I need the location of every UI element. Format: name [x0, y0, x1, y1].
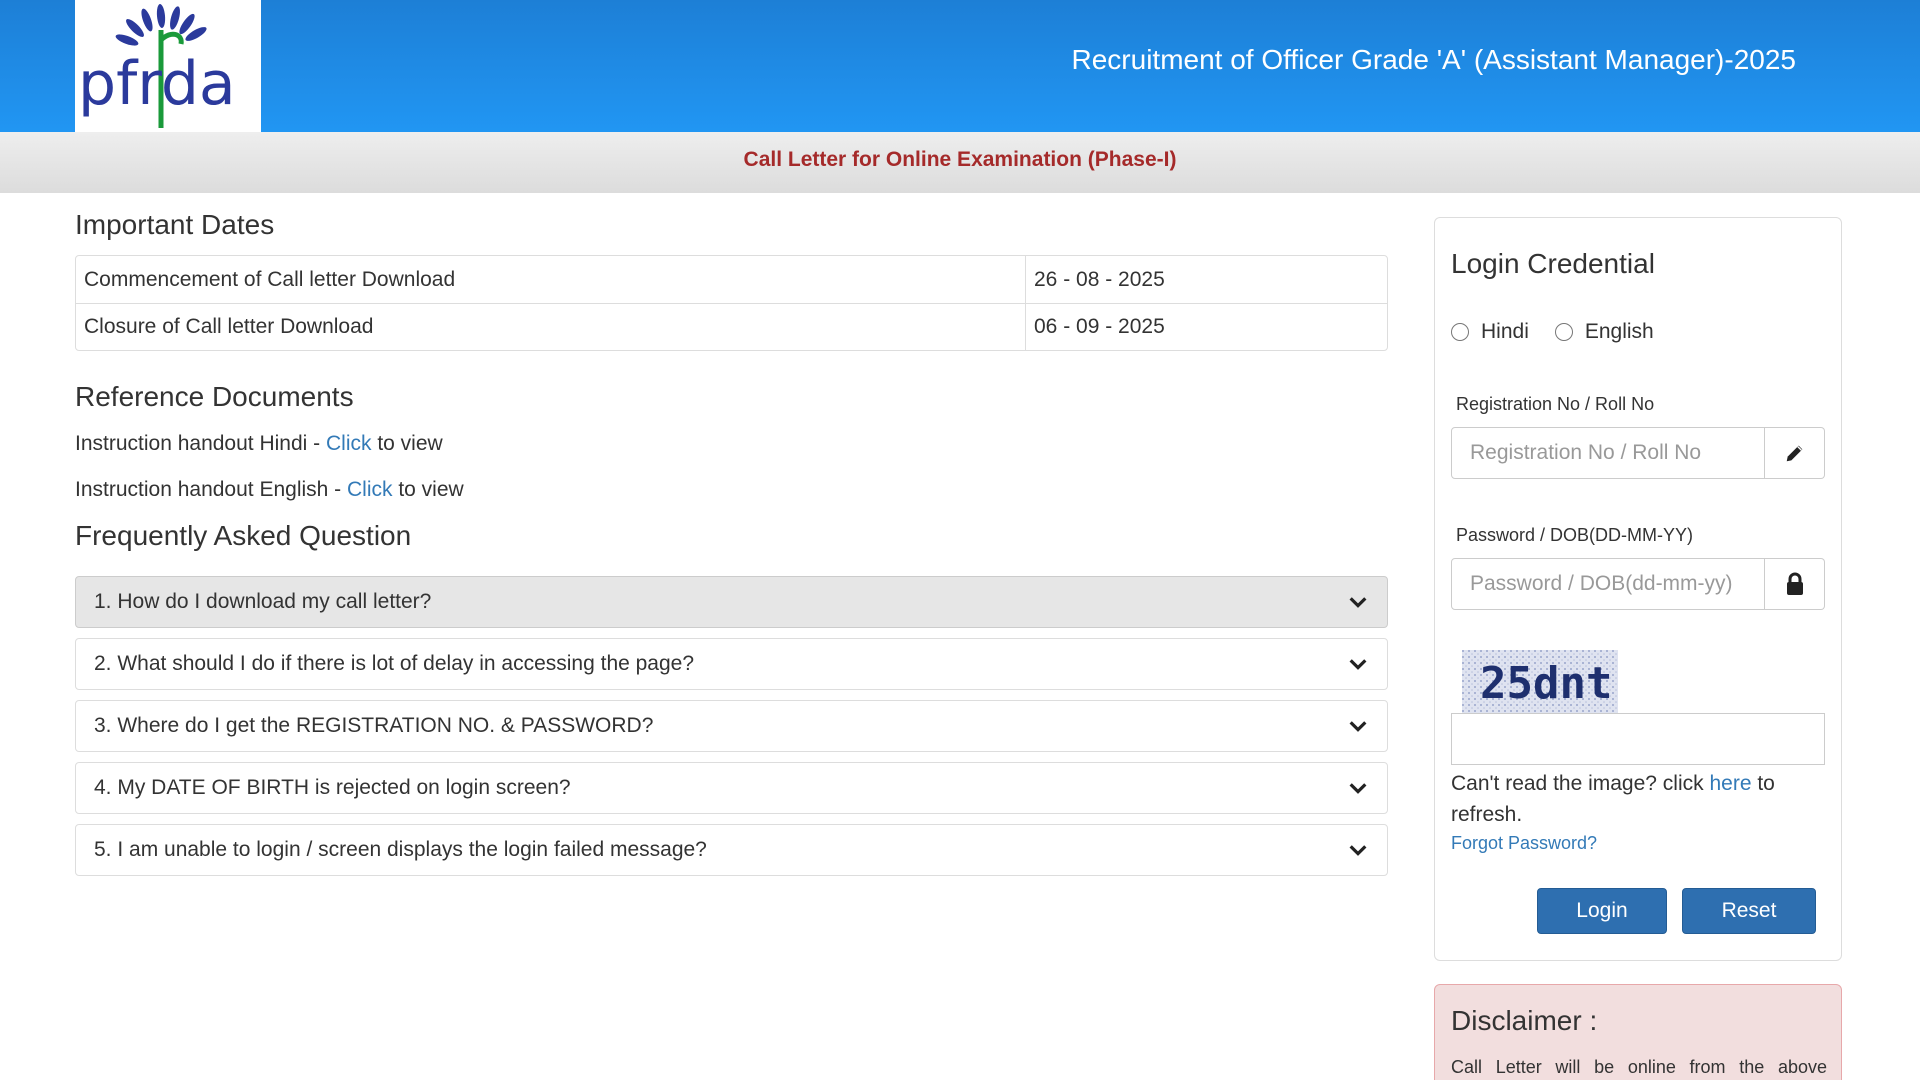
- hindi-radio-label[interactable]: Hindi: [1481, 320, 1529, 344]
- date-value: 06 - 09 - 2025: [1025, 303, 1387, 350]
- forgot-password-link[interactable]: Forgot Password?: [1451, 833, 1597, 854]
- lock-icon: [1765, 558, 1825, 610]
- reference-documents-heading: Reference Documents: [75, 381, 354, 412]
- password-input[interactable]: Password / DOB(dd-mm-yy): [1451, 558, 1765, 610]
- reference-label: Instruction handout Hindi -: [75, 432, 326, 455]
- chevron-down-icon: [1349, 659, 1367, 670]
- subheader-bar: Call Letter for Online Examination (Phas…: [0, 132, 1920, 193]
- registration-label: Registration No / Roll No: [1456, 394, 1655, 414]
- faq-item-5[interactable]: 5. I am unable to login / screen display…: [75, 824, 1388, 876]
- english-radio-label[interactable]: English: [1585, 320, 1654, 344]
- login-button[interactable]: Login: [1537, 888, 1667, 934]
- svg-text:pfrda: pfrda: [78, 49, 236, 119]
- reference-suffix: to view: [371, 432, 443, 455]
- reference-label: Instruction handout English -: [75, 478, 347, 501]
- faq-question: 4. My DATE OF BIRTH is rejected on login…: [94, 776, 571, 799]
- captcha-refresh-link[interactable]: here: [1709, 772, 1751, 795]
- disclaimer-heading: Disclaimer :: [1451, 1005, 1598, 1036]
- hindi-radio[interactable]: [1451, 323, 1469, 341]
- faq-item-3[interactable]: 3. Where do I get the REGISTRATION NO. &…: [75, 700, 1388, 752]
- pfrda-logo: pfrda: [75, 0, 261, 132]
- disclaimer-text: Call Letter will be online from the abov…: [1451, 1057, 1827, 1077]
- hindi-handout-link[interactable]: Click: [326, 432, 372, 455]
- table-row: Closure of Call letter Download 06 - 09 …: [76, 303, 1387, 350]
- captcha-hint: Can't read the image? click: [1451, 772, 1710, 795]
- subheader-title: Call Letter for Online Examination (Phas…: [743, 148, 1177, 171]
- date-label: Closure of Call letter Download: [76, 303, 1025, 350]
- faq-question: 1. How do I download my call letter?: [94, 590, 432, 613]
- faq-question: 5. I am unable to login / screen display…: [94, 838, 707, 861]
- faq-question: 2. What should I do if there is lot of d…: [94, 652, 695, 675]
- faq-item-1[interactable]: 1. How do I download my call letter?: [75, 576, 1388, 628]
- faq-question: 3. Where do I get the REGISTRATION NO. &…: [94, 714, 654, 737]
- important-dates-heading: Important Dates: [75, 209, 275, 240]
- password-label: Password / DOB(DD-MM-YY): [1456, 525, 1694, 545]
- captcha-input[interactable]: [1451, 713, 1825, 765]
- faq-heading: Frequently Asked Question: [75, 520, 412, 551]
- captcha-refresh-text: Can't read the image? click here to refr…: [1451, 768, 1831, 830]
- registration-input[interactable]: Registration No / Roll No: [1451, 427, 1765, 479]
- reference-item-hindi: Instruction handout Hindi - Click to vie…: [75, 432, 443, 456]
- important-dates-table: Commencement of Call letter Download 26 …: [75, 255, 1388, 351]
- registration-group: Registration No / Roll No: [1451, 427, 1825, 479]
- reference-item-english: Instruction handout English - Click to v…: [75, 478, 464, 502]
- password-group: Password / DOB(dd-mm-yy): [1451, 558, 1825, 610]
- language-selector: Hindi English: [1451, 320, 1680, 344]
- pencil-icon: [1765, 427, 1825, 479]
- table-row: Commencement of Call letter Download 26 …: [76, 256, 1387, 303]
- svg-text:25dnt: 25dnt: [1480, 658, 1612, 709]
- login-panel: Login Credential Hindi English Registrat…: [1434, 217, 1842, 961]
- disclaimer-panel: Disclaimer : Call Letter will be online …: [1434, 984, 1842, 1080]
- chevron-down-icon: [1349, 597, 1367, 608]
- reset-button[interactable]: Reset: [1682, 888, 1816, 934]
- faq-item-4[interactable]: 4. My DATE OF BIRTH is rejected on login…: [75, 762, 1388, 814]
- login-heading: Login Credential: [1451, 248, 1655, 279]
- page-header: pfrda Recruitment of Officer Grade 'A' (…: [0, 0, 1920, 132]
- page-title: Recruitment of Officer Grade 'A' (Assist…: [1071, 44, 1796, 75]
- english-handout-link[interactable]: Click: [347, 478, 393, 501]
- english-radio[interactable]: [1554, 323, 1573, 341]
- date-label: Commencement of Call letter Download: [84, 267, 456, 291]
- date-value: 26 - 08 - 2025: [1025, 256, 1387, 303]
- faq-item-2[interactable]: 2. What should I do if there is lot of d…: [75, 638, 1388, 690]
- chevron-down-icon: [1349, 845, 1367, 856]
- chevron-down-icon: [1349, 721, 1367, 732]
- captcha-image: 25dnt: [1462, 650, 1618, 713]
- chevron-down-icon: [1349, 783, 1367, 794]
- reference-suffix: to view: [392, 478, 464, 501]
